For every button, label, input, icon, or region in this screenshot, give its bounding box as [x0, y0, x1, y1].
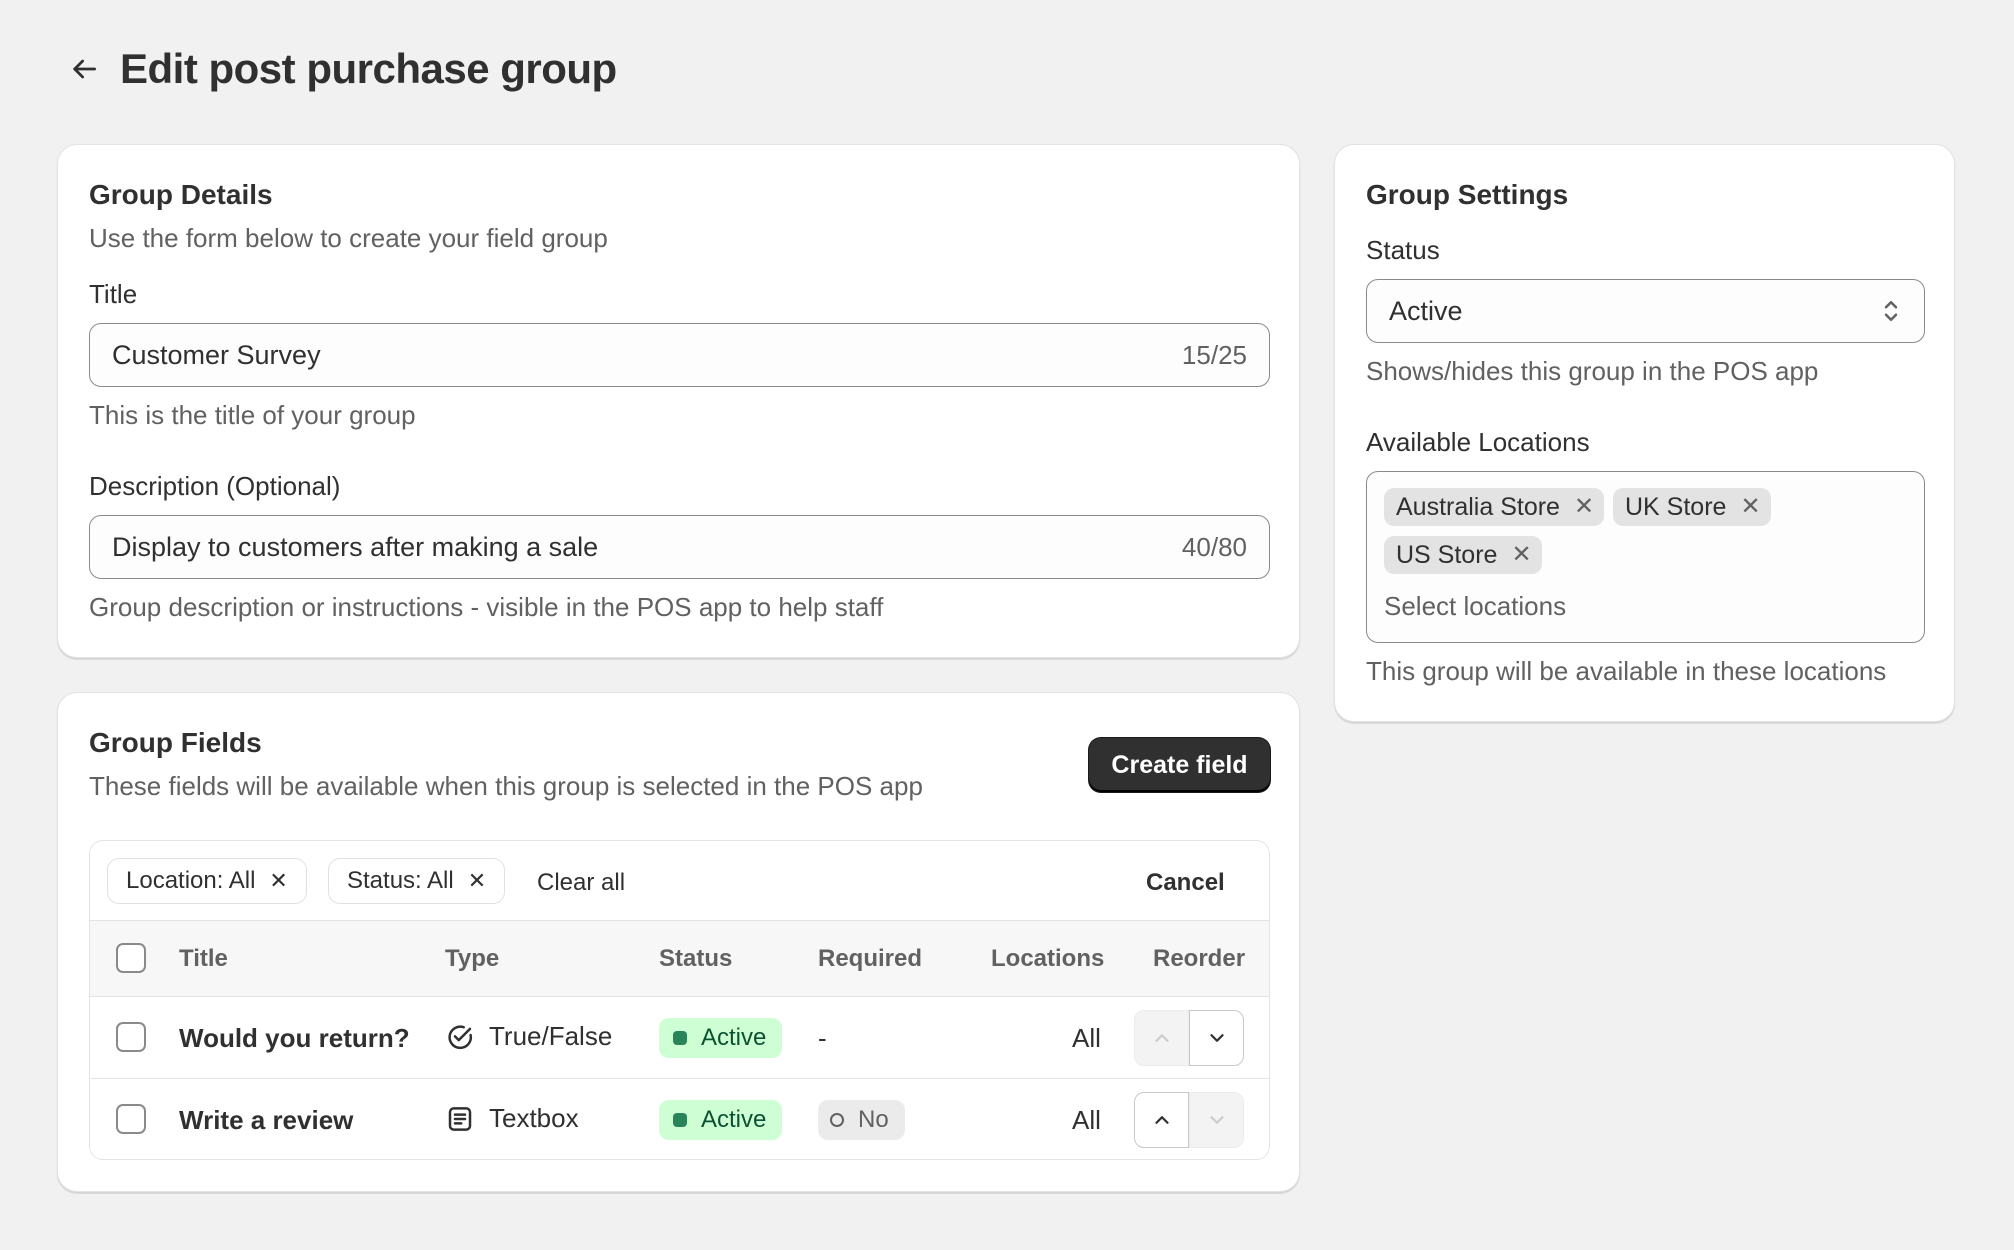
status-badge: Active — [659, 1018, 783, 1058]
description-field-label: Description (Optional) — [89, 471, 341, 501]
row-title[interactable]: Would you return? — [179, 1023, 410, 1054]
filter-pill-location-label: Location: All — [126, 867, 256, 894]
row-type: True/False — [445, 1021, 612, 1052]
reorder-controls — [1134, 1092, 1244, 1148]
status-select-value: Active — [1389, 295, 1463, 326]
location-tag-label: UK Store — [1625, 492, 1727, 521]
required-badge: No — [818, 1100, 905, 1140]
title-field-label: Title — [89, 279, 138, 309]
chevron-down-icon — [1209, 1116, 1224, 1124]
location-tag-label: US Store — [1396, 540, 1498, 569]
close-icon[interactable]: ✕ — [1574, 495, 1594, 519]
column-header-required[interactable]: Required — [818, 945, 922, 973]
status-field-help: Shows/hides this group in the POS app — [1366, 356, 1819, 386]
chevron-down-icon — [1209, 1034, 1224, 1042]
move-down-button[interactable] — [1189, 1010, 1244, 1066]
required-ring-icon — [830, 1113, 844, 1127]
status-dot — [673, 1113, 687, 1127]
select-all-checkbox[interactable] — [116, 943, 146, 973]
row-type-label: Textbox — [489, 1103, 579, 1133]
location-tag: UK Store ✕ — [1613, 488, 1771, 526]
table-header: Title Type Status Required Locations Reo… — [90, 921, 1269, 997]
title-input-value: Customer Survey — [112, 339, 321, 370]
select-arrows-icon — [1884, 301, 1898, 321]
filter-pill-status[interactable]: Status: All ✕ — [328, 858, 506, 904]
group-fields-title: Group Fields — [89, 727, 262, 758]
status-field-label: Status — [1366, 235, 1440, 265]
move-down-button[interactable] — [1189, 1092, 1244, 1148]
check-circle-icon — [448, 1024, 473, 1049]
page-header: Edit post purchase group — [64, 40, 617, 98]
description-input-value: Display to customers after making a sale — [112, 531, 599, 562]
status-badge: Active — [659, 1100, 783, 1140]
row-locations: All — [1072, 1023, 1101, 1053]
locations-search-input[interactable] — [1384, 586, 1884, 626]
column-header-status[interactable]: Status — [659, 945, 732, 973]
row-type-label: True/False — [489, 1021, 613, 1051]
reorder-controls — [1134, 1010, 1244, 1066]
page-title: Edit post purchase group — [120, 45, 617, 92]
row-required: - — [818, 1023, 827, 1053]
title-input[interactable]: Customer Survey 15/25 — [89, 323, 1270, 387]
group-details-subtitle: Use the form below to create your field … — [89, 223, 608, 253]
required-badge-label: No — [858, 1106, 889, 1133]
group-fields-card: Group Fields These fields will be availa… — [57, 692, 1300, 1192]
locations-field-help: This group will be available in these lo… — [1366, 656, 1887, 686]
create-field-button[interactable]: Create field — [1089, 738, 1270, 792]
status-dot — [673, 1031, 687, 1045]
filter-bar: Location: All ✕ Status: All ✕ Clear all … — [90, 841, 1269, 921]
column-header-title[interactable]: Title — [179, 945, 228, 973]
close-icon[interactable]: ✕ — [269, 868, 287, 894]
group-settings-card: Group Settings Status Active Shows/hides… — [1334, 144, 1955, 722]
row-checkbox[interactable] — [116, 1022, 146, 1052]
column-header-type[interactable]: Type — [445, 945, 499, 973]
status-select[interactable]: Active — [1366, 279, 1925, 343]
location-tag-label: Australia Store — [1396, 492, 1560, 521]
row-checkbox[interactable] — [116, 1104, 146, 1134]
row-title[interactable]: Write a review — [179, 1105, 353, 1136]
location-tag: US Store ✕ — [1384, 536, 1542, 574]
textbox-icon — [448, 1106, 472, 1131]
close-icon[interactable]: ✕ — [1511, 543, 1531, 567]
title-field-help: This is the title of your group — [89, 400, 416, 430]
chevron-up-icon — [1154, 1034, 1169, 1042]
arrow-left-icon — [73, 59, 96, 79]
title-char-counter: 15/25 — [1181, 339, 1247, 370]
filter-pill-location[interactable]: Location: All ✕ — [107, 858, 307, 904]
group-details-card: Group Details Use the form below to crea… — [57, 144, 1300, 658]
description-field-help: Group description or instructions - visi… — [89, 592, 884, 622]
table-row[interactable]: Would you return? True/False Active - Al… — [90, 997, 1269, 1079]
row-type: Textbox — [445, 1103, 579, 1134]
table-row[interactable]: Write a review Textbox Active No All — [90, 1079, 1269, 1159]
filter-pill-status-label: Status: All — [347, 867, 454, 894]
description-char-counter: 40/80 — [1181, 531, 1247, 562]
locations-field-label: Available Locations — [1366, 427, 1590, 457]
status-badge-label: Active — [701, 1106, 767, 1133]
group-fields-subtitle: These fields will be available when this… — [89, 771, 923, 801]
clear-all-button[interactable]: Clear all — [537, 869, 625, 897]
fields-table: Location: All ✕ Status: All ✕ Clear all … — [89, 840, 1270, 1160]
cancel-button[interactable]: Cancel — [1146, 869, 1225, 897]
close-icon[interactable]: ✕ — [468, 868, 486, 894]
group-details-title: Group Details — [89, 179, 273, 210]
close-icon[interactable]: ✕ — [1740, 495, 1760, 519]
status-badge-label: Active — [701, 1024, 767, 1051]
description-input[interactable]: Display to customers after making a sale… — [89, 515, 1270, 579]
column-header-locations[interactable]: Locations — [991, 945, 1104, 973]
chevron-up-icon — [1154, 1116, 1169, 1124]
move-up-button[interactable] — [1134, 1010, 1189, 1066]
column-header-reorder: Reorder — [1153, 945, 1246, 972]
move-up-button[interactable] — [1134, 1092, 1189, 1148]
back-button[interactable] — [64, 49, 104, 89]
group-settings-title: Group Settings — [1366, 179, 1569, 210]
location-tag: Australia Store ✕ — [1384, 488, 1605, 526]
locations-combobox[interactable]: Australia Store ✕ UK Store ✕ US Store ✕ — [1366, 471, 1925, 643]
row-locations: All — [1072, 1105, 1101, 1135]
